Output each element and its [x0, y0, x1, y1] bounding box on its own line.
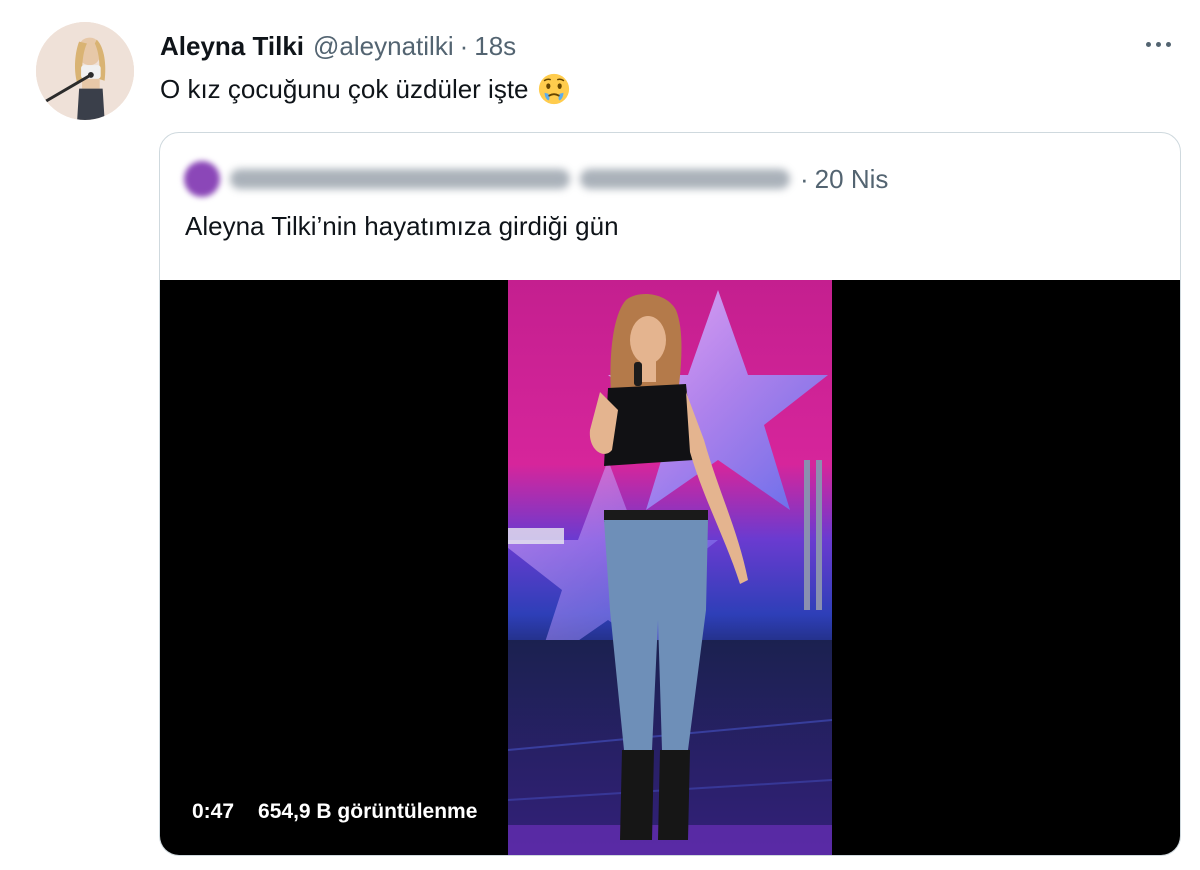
video-duration: 0:47 [192, 800, 235, 823]
avatar-image [36, 22, 134, 120]
quoted-author-avatar[interactable] [184, 161, 220, 197]
video-player[interactable]: 0:47 654,9 B görüntülenme [160, 280, 1180, 855]
tweet-text: O kız çocuğunu çok üzdüler işte [160, 72, 571, 106]
video-thumbnail [508, 280, 832, 855]
author-handle[interactable]: @aleynatilki [313, 31, 454, 62]
quoted-tweet-header: · 20 Nis [184, 161, 888, 197]
author-avatar[interactable] [36, 22, 134, 120]
quoted-tweet-timestamp[interactable]: 20 Nis [815, 164, 889, 195]
tweet-timestamp[interactable]: 18s [474, 31, 516, 62]
quoted-author-blurred [230, 169, 790, 189]
quoted-tweet[interactable]: · 20 Nis Aleyna Tilki’nin hayatımıza gir… [159, 132, 1181, 856]
quoted-tweet-text: Aleyna Tilki’nin hayatımıza girdiği gün [185, 211, 619, 241]
face-holding-back-tears-icon [537, 72, 571, 106]
video-views: 654,9 B görüntülenme [258, 800, 478, 823]
tweet-text-content: O kız çocuğunu çok üzdüler işte [160, 73, 529, 104]
tweet[interactable]: Aleyna Tilki @aleynatilki · 18s O kız ço… [0, 0, 1200, 870]
separator-dot: · [459, 30, 469, 61]
author-name[interactable]: Aleyna Tilki [160, 31, 304, 62]
separator-dot: · [800, 163, 809, 194]
video-stats-overlay: 0:47 654,9 B görüntülenme [182, 790, 488, 834]
tweet-header: Aleyna Tilki @aleynatilki · 18s [160, 30, 516, 62]
more-options-icon[interactable] [1138, 30, 1178, 58]
